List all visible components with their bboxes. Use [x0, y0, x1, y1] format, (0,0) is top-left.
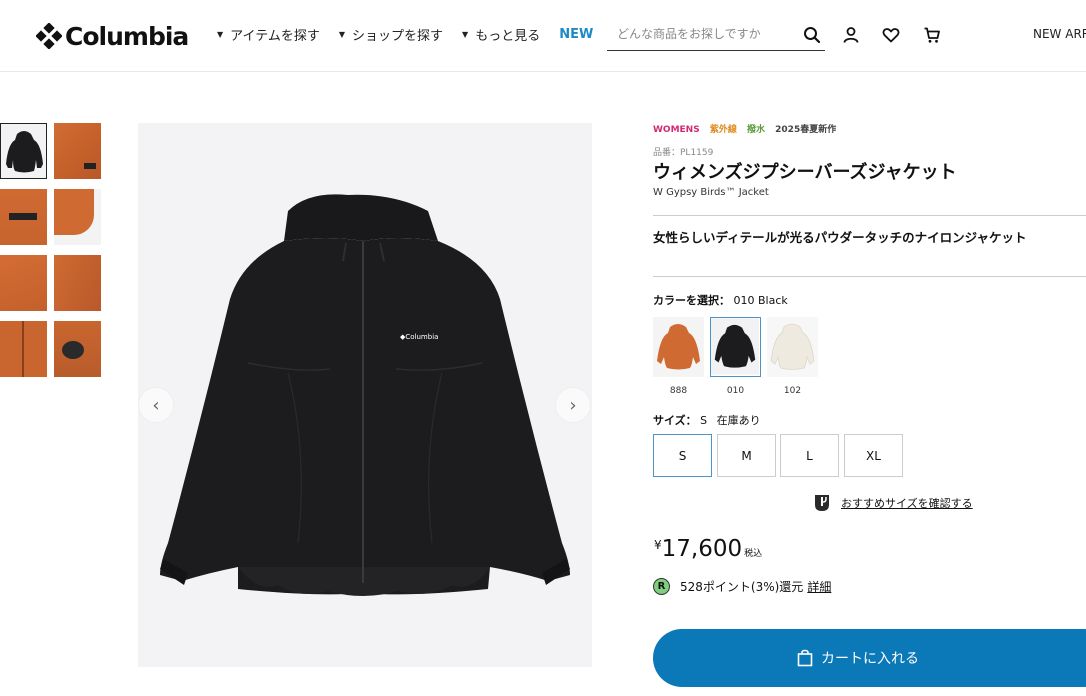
jacket-image: ◆Columbia [160, 194, 570, 596]
main-product-image: ◆Columbia ‹ › [138, 123, 592, 667]
tag-womens[interactable]: WOMENS [653, 125, 700, 135]
thumb-swatch [54, 123, 101, 179]
size-label: サイズ： [653, 414, 697, 427]
jacket-logo: ◆Columbia [400, 333, 438, 341]
nav-label: アイテムを探す [230, 29, 320, 44]
tag-water-repellent[interactable]: 撥水 [747, 125, 765, 135]
selected-size: S [700, 414, 708, 427]
divider [653, 215, 1086, 216]
size-button-s[interactable]: S [653, 434, 712, 477]
site-header: Columbia ▼ アイテムを探す ▼ ショップを探す ▼ もっと見る NEW [0, 0, 1086, 72]
thumbnail-3[interactable] [0, 189, 47, 245]
white-jacket-thumb [767, 317, 818, 377]
color-swatch-010[interactable] [710, 317, 761, 377]
price-yen: ¥ [654, 538, 662, 552]
color-code: 102 [783, 386, 802, 396]
diamond-logo-icon [36, 23, 62, 49]
search-box [607, 20, 825, 51]
nav-label: もっと見る [475, 29, 541, 44]
points-badge-icon: R [653, 578, 670, 595]
nav-item-find-items[interactable]: ▼ アイテムを探す [217, 25, 320, 44]
product-title: ウィメンズジプシーバーズジャケット [653, 162, 957, 183]
points-text: 528ポイント(3%)還元 [680, 580, 804, 594]
color-code: 010 [726, 386, 745, 396]
cart-icon[interactable] [923, 26, 941, 44]
thumbnail-2[interactable] [54, 123, 101, 179]
thumbnail-7[interactable] [0, 321, 47, 377]
account-icon[interactable] [842, 26, 860, 44]
product-sku: 品番：PL1159 [653, 148, 714, 158]
prev-image-button[interactable]: ‹ [139, 388, 173, 422]
caret-down-icon: ▼ [217, 30, 224, 39]
product-tagline: 女性らしいディテールが光るパウダータッチのナイロンジャケット [653, 230, 1027, 245]
jacket-thumb-image [6, 131, 43, 173]
thumbnail-6[interactable] [54, 255, 101, 311]
color-code: 888 [669, 386, 688, 396]
selected-color: 010 Black [733, 294, 788, 307]
color-selector-label: カラーを選択： 010 Black [653, 292, 788, 308]
orange-jacket-thumb [653, 317, 704, 377]
size-guide-icon [815, 495, 829, 511]
search-input[interactable] [607, 20, 787, 48]
price-tax: 税込 [744, 549, 763, 559]
tag-uv[interactable]: 紫外線 [710, 125, 737, 135]
columbia-logo[interactable]: Columbia [36, 20, 189, 52]
nav-item-more[interactable]: ▼ もっと見る [462, 25, 540, 44]
next-image-button[interactable]: › [556, 388, 590, 422]
thumbnail-4[interactable] [54, 189, 101, 245]
divider [653, 276, 1086, 277]
size-button-l[interactable]: L [780, 434, 839, 477]
product-subtitle: W Gypsy Birds™ Jacket [653, 187, 769, 198]
product-tags: WOMENS 紫外線 撥水 2025春夏新作 [653, 122, 843, 135]
caret-down-icon: ▼ [462, 30, 469, 39]
thumbnail-5[interactable] [0, 255, 47, 311]
caret-down-icon: ▼ [338, 30, 346, 39]
color-swatch-102[interactable] [767, 317, 818, 377]
size-guide-link[interactable]: おすすめサイズを確認する [841, 495, 973, 511]
nav-item-find-shops[interactable]: ▼ ショップを探す [339, 25, 443, 44]
tag-new-season[interactable]: 2025春夏新作 [775, 125, 836, 135]
nav-label: ショップを探す [352, 29, 444, 44]
shopping-bag-icon [797, 649, 813, 667]
chevron-left-icon: ‹ [152, 394, 160, 416]
size-button-xl[interactable]: XL [844, 434, 903, 477]
add-to-cart-button[interactable]: カートに入れる [653, 629, 1086, 687]
thumbnail-1[interactable] [0, 123, 47, 179]
points-details-link[interactable]: 詳細 [807, 578, 831, 595]
search-icon[interactable] [803, 26, 821, 44]
size-selector-label: サイズ： S 在庫あり [653, 412, 761, 428]
chevron-right-icon: › [569, 394, 577, 416]
thumbnail-8[interactable] [54, 321, 101, 377]
size-button-m[interactable]: M [717, 434, 776, 477]
reward-points: R 528ポイント(3%)還元 詳細 [653, 578, 831, 595]
main-nav: ▼ アイテムを探す ▼ ショップを探す ▼ もっと見る NEW [217, 25, 593, 44]
logo-text: Columbia [65, 21, 189, 51]
color-label: カラーを選択： [653, 294, 730, 307]
price-amount: 17,600 [661, 536, 743, 562]
new-arrivals-link[interactable]: NEW ARR [1033, 27, 1086, 41]
product-price: ¥17,600 税込 [654, 536, 762, 562]
stock-status: 在庫あり [716, 414, 761, 427]
color-swatch-888[interactable] [653, 317, 704, 377]
cart-button-label: カートに入れる [821, 651, 919, 667]
size-guide: おすすめサイズを確認する [813, 494, 973, 512]
heart-icon[interactable] [882, 26, 900, 44]
black-jacket-thumb [711, 318, 759, 375]
nav-new-link[interactable]: NEW [559, 27, 593, 42]
